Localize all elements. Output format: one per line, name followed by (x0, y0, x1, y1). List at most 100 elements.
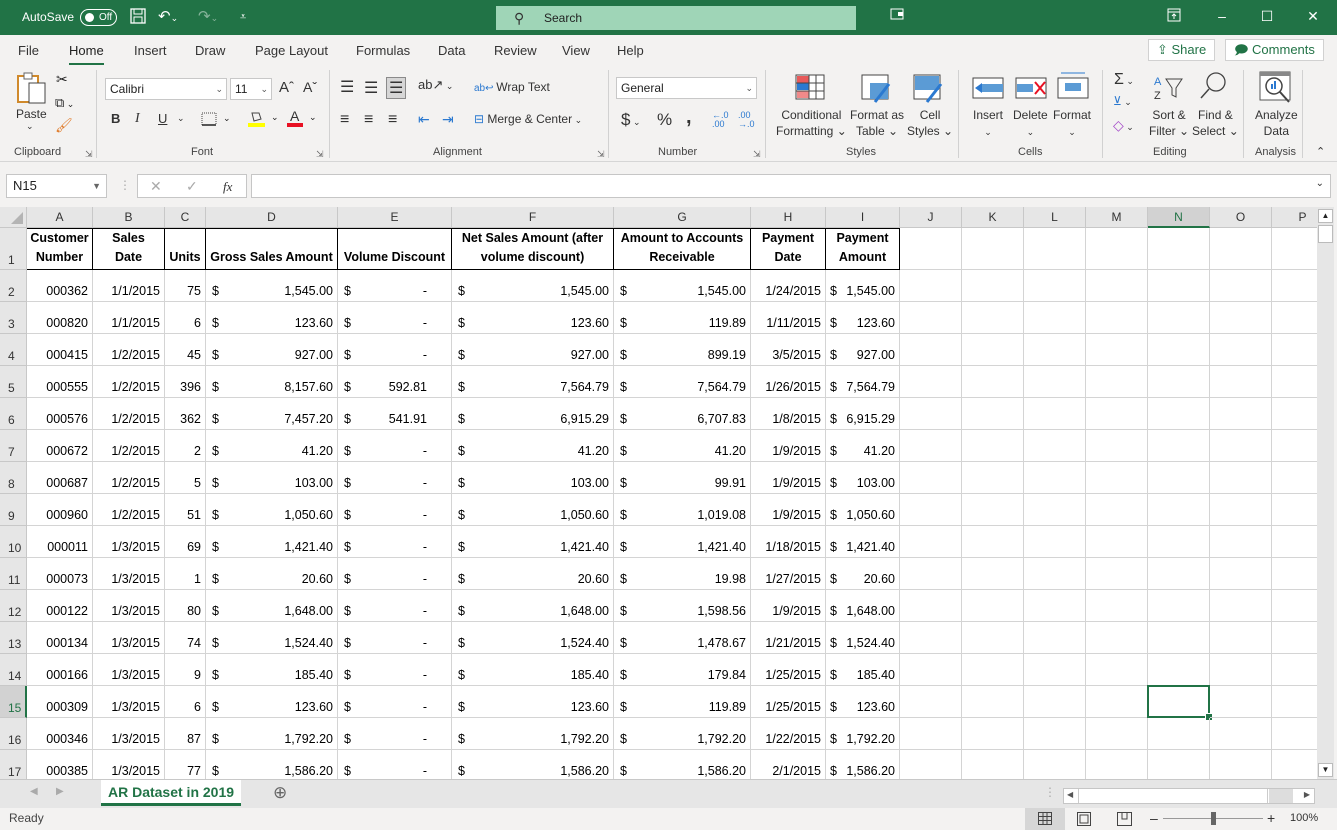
empty-cell[interactable] (900, 366, 962, 398)
empty-cell[interactable] (1272, 494, 1317, 526)
empty-cell[interactable] (1024, 750, 1086, 779)
data-cell[interactable]: 1/3/2015 (93, 750, 165, 779)
data-cell[interactable]: 51 (165, 494, 206, 526)
empty-cell[interactable] (1086, 270, 1148, 302)
data-cell[interactable]: $1,421.40 (614, 526, 751, 558)
italic-button[interactable]: I (135, 111, 140, 127)
delete-button[interactable]: Delete ⌄ (1013, 107, 1048, 140)
collapse-ribbon-icon[interactable]: ⌃ (1316, 145, 1325, 158)
empty-cell[interactable] (962, 622, 1024, 654)
data-cell[interactable]: $1,598.56 (614, 590, 751, 622)
empty-cell[interactable] (1210, 398, 1272, 430)
middle-align-icon[interactable]: ☰ (364, 78, 378, 98)
data-cell[interactable]: 1/3/2015 (93, 686, 165, 718)
empty-cell[interactable] (1024, 334, 1086, 366)
empty-cell[interactable] (1024, 718, 1086, 750)
data-cell[interactable]: 1/1/2015 (93, 302, 165, 334)
scroll-up-icon[interactable]: ▲ (1318, 209, 1333, 223)
empty-cell[interactable] (1272, 366, 1317, 398)
empty-cell[interactable] (1148, 334, 1210, 366)
cut-icon[interactable]: ✂ (56, 71, 68, 88)
scroll-right-icon[interactable]: ▶ (1304, 790, 1310, 799)
data-cell[interactable]: $7,457.20 (206, 398, 338, 430)
column-header-j[interactable]: J (900, 207, 962, 228)
empty-cell[interactable] (962, 526, 1024, 558)
empty-cell[interactable] (1210, 302, 1272, 334)
row-header-10[interactable]: 10 (0, 526, 27, 558)
data-cell[interactable]: $20.60 (206, 558, 338, 590)
minimize-icon[interactable]: – (1212, 8, 1232, 24)
row-header-16[interactable]: 16 (0, 718, 27, 750)
prev-sheet-icon[interactable]: ◀ (30, 786, 38, 797)
data-cell[interactable]: 1/25/2015 (751, 654, 826, 686)
empty-cell[interactable] (1210, 334, 1272, 366)
empty-cell[interactable] (1272, 228, 1317, 270)
increase-font-size-icon[interactable]: Aˆ (279, 79, 294, 96)
data-cell[interactable]: 396 (165, 366, 206, 398)
empty-cell[interactable] (1086, 654, 1148, 686)
scroll-left-icon[interactable]: ◀ (1067, 790, 1073, 799)
empty-cell[interactable] (1086, 718, 1148, 750)
row-header-4[interactable]: 4 (0, 334, 27, 366)
formula-input[interactable]: ⌄ (251, 174, 1331, 198)
data-cell[interactable]: 1/3/2015 (93, 590, 165, 622)
align-right-icon[interactable]: ≡ (388, 111, 397, 129)
empty-cell[interactable] (1210, 430, 1272, 462)
empty-cell[interactable] (1086, 558, 1148, 590)
data-cell[interactable]: $103.00 (452, 462, 614, 494)
enter-icon[interactable]: ✓ (186, 178, 198, 195)
data-cell[interactable]: $7,564.79 (452, 366, 614, 398)
accounting-format-button[interactable]: $ ⌄ (621, 110, 641, 130)
data-cell[interactable]: $1,524.40 (452, 622, 614, 654)
empty-cell[interactable] (1272, 430, 1317, 462)
column-header-c[interactable]: C (165, 207, 206, 228)
data-cell[interactable]: $1,792.20 (614, 718, 751, 750)
row-header-6[interactable]: 6 (0, 398, 27, 430)
data-cell[interactable]: $123.60 (826, 686, 900, 718)
data-cell[interactable]: $7,564.79 (826, 366, 900, 398)
empty-cell[interactable] (1148, 718, 1210, 750)
data-cell[interactable]: 5 (165, 462, 206, 494)
data-cell[interactable]: $1,421.40 (206, 526, 338, 558)
empty-cell[interactable] (1210, 228, 1272, 270)
data-cell[interactable]: $41.20 (826, 430, 900, 462)
header-cell[interactable]: Gross Sales Amount (206, 228, 338, 270)
tab-file[interactable]: File (18, 43, 39, 58)
data-cell[interactable]: 000576 (27, 398, 93, 430)
tab-help[interactable]: Help (617, 43, 644, 58)
data-cell[interactable]: 45 (165, 334, 206, 366)
analyze-data-button[interactable]: Analyze Data (1255, 107, 1298, 139)
empty-cell[interactable] (1024, 494, 1086, 526)
data-cell[interactable]: $179.84 (614, 654, 751, 686)
data-cell[interactable]: $1,586.20 (826, 750, 900, 779)
empty-cell[interactable] (900, 462, 962, 494)
empty-cell[interactable] (962, 334, 1024, 366)
empty-cell[interactable] (1148, 228, 1210, 270)
data-cell[interactable]: 1/18/2015 (751, 526, 826, 558)
data-cell[interactable]: $1,648.00 (826, 590, 900, 622)
data-cell[interactable]: $ - (338, 590, 452, 622)
data-cell[interactable]: 69 (165, 526, 206, 558)
paste-icon[interactable] (16, 71, 48, 108)
data-cell[interactable]: $7,564.79 (614, 366, 751, 398)
data-cell[interactable]: 000166 (27, 654, 93, 686)
empty-cell[interactable] (1272, 622, 1317, 654)
empty-cell[interactable] (900, 270, 962, 302)
active-cell-selection[interactable] (1147, 685, 1213, 721)
data-cell[interactable]: $20.60 (452, 558, 614, 590)
column-header-h[interactable]: H (751, 207, 826, 228)
data-cell[interactable]: $6,915.29 (826, 398, 900, 430)
font-size-select[interactable]: 11 ⌄ (230, 78, 272, 100)
row-header-9[interactable]: 9 (0, 494, 27, 526)
comments-button[interactable]: 🗩 Comments (1225, 39, 1324, 61)
header-cell[interactable]: Customer Number (27, 228, 93, 270)
empty-cell[interactable] (1148, 366, 1210, 398)
column-header-o[interactable]: O (1210, 207, 1272, 228)
paste-dropdown-icon[interactable]: ⌄ (26, 121, 34, 132)
data-cell[interactable]: $1,050.60 (206, 494, 338, 526)
row-header-11[interactable]: 11 (0, 558, 27, 590)
empty-cell[interactable] (1086, 462, 1148, 494)
vertical-scrollbar[interactable]: ▲ ▼ (1317, 207, 1334, 779)
empty-cell[interactable] (1024, 398, 1086, 430)
empty-cell[interactable] (1024, 366, 1086, 398)
